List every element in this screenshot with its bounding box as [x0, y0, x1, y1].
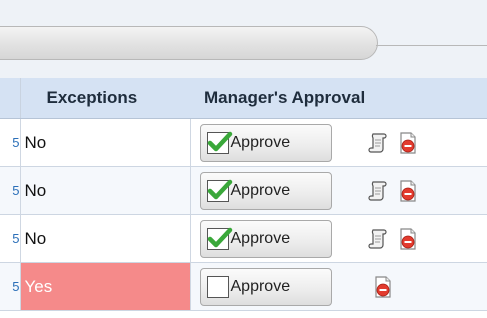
column-header-managers-approval[interactable]: Manager's Approval — [190, 78, 487, 119]
approvals-table: Exceptions Manager's Approval 5 No Approve… — [0, 78, 487, 311]
exceptions-cell: No — [20, 214, 191, 263]
exceptions-cell: No — [20, 166, 191, 215]
managers-approval-cell: Approve — [190, 118, 487, 167]
document-delete-icon[interactable] — [396, 131, 420, 155]
green-check-icon — [207, 131, 232, 151]
table-row[interactable]: 5 No Approve — [0, 166, 487, 215]
approve-button[interactable]: Approve — [199, 171, 332, 210]
column-header-previous — [0, 78, 21, 119]
approve-button[interactable]: Approve — [199, 123, 332, 162]
table-row[interactable]: 5 Yes Approve — [0, 262, 487, 311]
scroll-icon[interactable] — [366, 131, 390, 155]
checkbox-checked[interactable] — [206, 227, 232, 250]
scroll-icon[interactable] — [366, 227, 390, 251]
approve-button-label: Approve — [230, 277, 291, 295]
checkbox-unchecked[interactable] — [206, 275, 229, 298]
exceptions-cell: Yes — [20, 262, 191, 311]
managers-approval-cell: Approve — [190, 166, 487, 215]
row-previous-cell: 5 — [0, 166, 21, 215]
exceptions-cell: No — [20, 118, 191, 167]
checkbox-checked[interactable] — [206, 131, 232, 154]
managers-approval-cell: Approve — [190, 214, 487, 263]
row-previous-cell: 5 — [0, 118, 21, 167]
approve-button-label: Approve — [230, 133, 291, 151]
approval-panel: Exceptions Manager's Approval 5 No Approve… — [0, 0, 487, 318]
table-row[interactable]: 5 No Approve — [0, 118, 487, 167]
table-header-row: Exceptions Manager's Approval — [0, 78, 487, 119]
table-row[interactable]: 5 No Approve — [0, 214, 487, 263]
row-previous-cell: 5 — [0, 262, 21, 311]
approve-button[interactable]: Approve — [199, 267, 332, 306]
green-check-icon — [207, 227, 232, 247]
row-action-icons — [366, 215, 420, 262]
scroll-icon[interactable] — [366, 179, 390, 203]
column-header-exceptions[interactable]: Exceptions — [20, 78, 190, 119]
document-delete-icon[interactable] — [396, 179, 420, 203]
managers-approval-cell: Approve — [190, 262, 487, 311]
row-previous-cell: 5 — [0, 214, 21, 263]
row-action-icons — [366, 167, 420, 214]
document-delete-icon[interactable] — [396, 227, 420, 251]
tab-bar[interactable] — [0, 26, 378, 60]
row-action-icons — [371, 263, 395, 310]
green-check-icon — [207, 179, 232, 199]
top-toolbar-area — [0, 0, 487, 78]
approve-button-label: Approve — [230, 181, 291, 199]
row-action-icons — [366, 119, 420, 166]
document-delete-icon[interactable] — [371, 275, 395, 299]
tab-divider — [376, 45, 487, 46]
approve-button[interactable]: Approve — [199, 219, 332, 258]
checkbox-checked[interactable] — [206, 179, 232, 202]
approve-button-label: Approve — [230, 229, 291, 247]
